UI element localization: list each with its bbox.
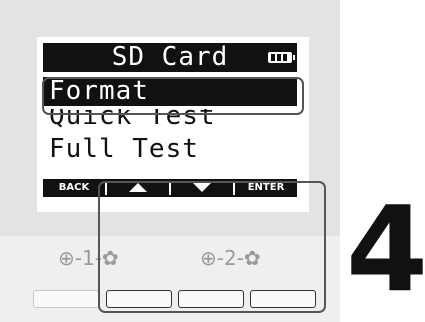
step-number: 4 bbox=[346, 180, 425, 318]
screen-title: SD Card bbox=[111, 42, 229, 72]
format-highlight-callout bbox=[42, 77, 304, 115]
function-button-back[interactable] bbox=[33, 290, 99, 308]
screen-title-bar: SD Card bbox=[43, 43, 297, 72]
softkey-back-label: BACK bbox=[58, 182, 90, 193]
menu-item-full-test[interactable]: Full Test bbox=[43, 135, 297, 164]
buttons-highlight-callout bbox=[98, 181, 326, 313]
battery-icon bbox=[268, 52, 295, 63]
